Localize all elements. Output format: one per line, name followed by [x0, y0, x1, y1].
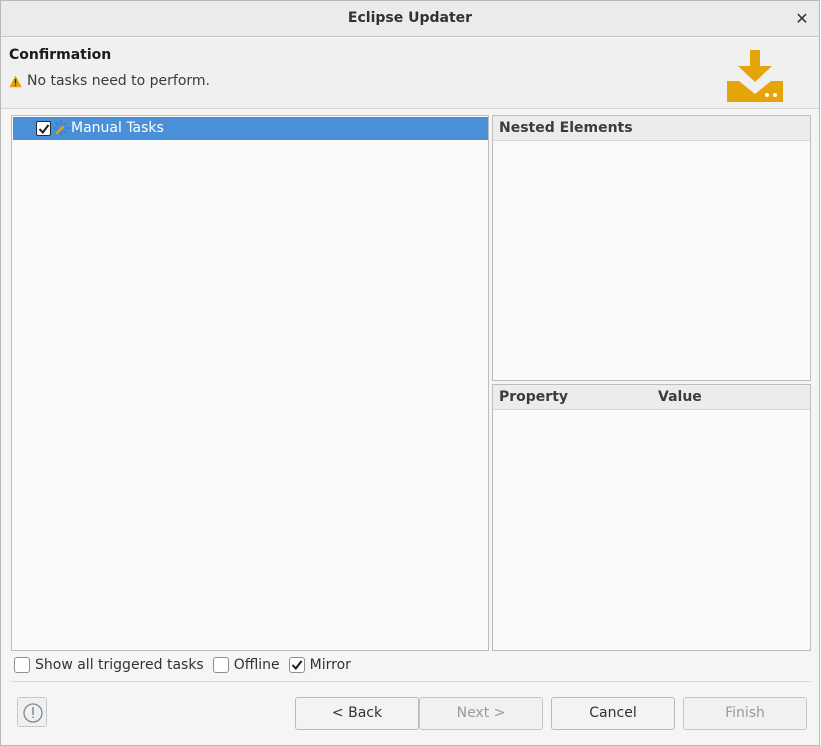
mirror-checkbox[interactable]: Mirror	[288, 657, 351, 673]
close-icon[interactable]: ✕	[791, 8, 813, 30]
column-header-value[interactable]: Value	[658, 389, 702, 405]
cancel-button[interactable]: Cancel	[551, 697, 675, 730]
tree-item-manual-tasks[interactable]: Manual Tasks	[13, 117, 488, 140]
footer-divider	[11, 681, 811, 682]
title-bar: Eclipse Updater ✕	[1, 1, 819, 37]
help-button[interactable]	[17, 697, 47, 727]
task-tree[interactable]: Manual Tasks	[11, 115, 489, 651]
checkbox-box[interactable]	[14, 657, 30, 673]
manual-task-icon	[53, 120, 69, 136]
finish-button[interactable]: Finish	[683, 697, 807, 730]
checkbox-box[interactable]	[212, 657, 229, 673]
nested-elements-panel[interactable]: Nested Elements	[492, 115, 811, 381]
download-icon	[725, 48, 785, 104]
checkbox-box[interactable]	[288, 657, 305, 673]
checkbox-label: Show all triggered tasks	[35, 657, 204, 673]
properties-table[interactable]: Property Value	[492, 384, 811, 651]
tree-item-checkbox[interactable]	[36, 121, 51, 136]
tree-item-label: Manual Tasks	[71, 120, 164, 136]
nested-elements-title: Nested Elements	[499, 120, 633, 136]
status-message-text: No tasks need to perform.	[27, 73, 210, 89]
properties-header: Property Value	[493, 385, 810, 410]
checkbox-label: Mirror	[309, 657, 351, 673]
next-button[interactable]: Next >	[419, 697, 543, 730]
nested-elements-header: Nested Elements	[493, 116, 810, 141]
eclipse-updater-dialog: Eclipse Updater ✕ Confirmation No tasks …	[0, 0, 820, 746]
options-bar: Show all triggered tasks Offline Mirror	[14, 656, 360, 674]
page-title: Confirmation	[9, 47, 112, 63]
wizard-header: Confirmation No tasks need to perform.	[1, 38, 819, 109]
checkbox-label: Offline	[233, 657, 280, 673]
help-icon	[23, 703, 43, 723]
status-message: No tasks need to perform.	[9, 73, 210, 89]
back-button[interactable]: < Back	[295, 697, 419, 730]
warning-icon	[9, 75, 22, 88]
window-title: Eclipse Updater	[347, 10, 473, 26]
column-header-property[interactable]: Property	[499, 389, 568, 405]
show-all-triggered-tasks-checkbox[interactable]: Show all triggered tasks	[14, 657, 204, 673]
offline-checkbox[interactable]: Offline	[212, 657, 280, 673]
